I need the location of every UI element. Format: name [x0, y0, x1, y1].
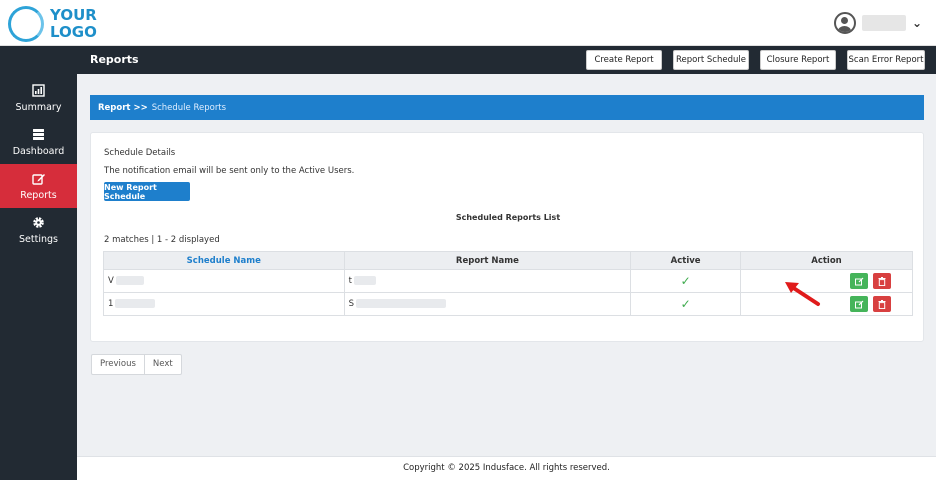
- page-header: Reports Create Report Report Schedule Cl…: [77, 46, 936, 74]
- column-header-action: Action: [740, 251, 913, 270]
- logo-line-1: YOUR: [50, 6, 97, 24]
- sidebar-item-reports[interactable]: Reports: [0, 164, 77, 208]
- sidebar-item-settings[interactable]: Settings: [0, 208, 77, 252]
- report-name: t: [348, 276, 352, 286]
- active-check-icon: ✓: [680, 274, 691, 288]
- notification-note: The notification email will be sent only…: [104, 166, 355, 176]
- edit-schedule-button[interactable]: [850, 273, 869, 289]
- table-header-row: Schedule Name Report Name Active Action: [103, 251, 913, 270]
- redacted-text: [115, 276, 144, 285]
- edit-schedule-button[interactable]: [850, 296, 869, 312]
- trash-icon: [878, 299, 886, 309]
- user-avatar-icon[interactable]: [833, 12, 856, 34]
- footer: Copyright © 2025 Indusface. All rights r…: [77, 456, 936, 480]
- breadcrumb-current: Schedule Reports: [151, 102, 227, 113]
- sidebar-item-label: Summary: [15, 101, 62, 113]
- delete-schedule-button[interactable]: [873, 296, 892, 312]
- trash-icon: [878, 276, 886, 286]
- page-title: Reports: [90, 53, 139, 66]
- schedule-name-link[interactable]: V: [108, 276, 114, 286]
- schedule-details-title: Schedule Details: [104, 148, 176, 158]
- redacted-text: [356, 299, 446, 308]
- server-icon: [32, 128, 45, 143]
- logo-line-2: LOGO: [50, 23, 97, 41]
- edit-icon: [31, 172, 46, 187]
- sidebar-item-label: Reports: [20, 189, 57, 201]
- sidebar-item-label: Settings: [19, 233, 58, 245]
- copyright-text: Copyright © 2025 Indusface. All rights r…: [403, 463, 610, 473]
- match-count: 2 matches | 1 - 2 displayed: [104, 235, 220, 245]
- report-name: S: [348, 299, 354, 309]
- user-menu[interactable]: ⌄: [833, 12, 922, 34]
- top-bar: YOUR LOGO ⌄: [0, 0, 936, 46]
- sidebar-item-summary[interactable]: Summary: [0, 76, 77, 120]
- annotation-arrow-icon: [785, 282, 820, 306]
- chart-icon: [32, 83, 45, 99]
- pagination: Previous Next: [91, 354, 182, 375]
- sidebar-item-dashboard[interactable]: Dashboard: [0, 120, 77, 164]
- breadcrumb-parent[interactable]: Report >>: [98, 103, 148, 113]
- scheduled-reports-list-title: Scheduled Reports List: [455, 213, 561, 222]
- schedule-card: Schedule Details The notification email …: [90, 132, 924, 342]
- delete-schedule-button[interactable]: [873, 273, 892, 289]
- schedule-name-link[interactable]: 1: [108, 299, 113, 309]
- logo[interactable]: YOUR LOGO: [8, 6, 100, 42]
- next-page-button[interactable]: Next: [143, 355, 181, 374]
- column-header-schedule-name[interactable]: Schedule Name: [103, 251, 345, 270]
- chevron-down-icon[interactable]: ⌄: [912, 16, 922, 30]
- report-schedule-button[interactable]: Report Schedule: [673, 50, 749, 70]
- redacted-text: [115, 299, 156, 308]
- edit-icon: [854, 300, 863, 308]
- scan-error-report-button[interactable]: Scan Error Report: [847, 50, 925, 70]
- active-check-icon: ✓: [680, 297, 691, 311]
- sidebar: Summary Dashboard Reports Settings: [0, 46, 77, 480]
- column-header-report-name: Report Name: [343, 251, 632, 270]
- sidebar-item-label: Dashboard: [12, 145, 65, 157]
- closure-report-button[interactable]: Closure Report: [760, 50, 836, 70]
- previous-page-button[interactable]: Previous: [92, 355, 144, 374]
- breadcrumb: Report >> Schedule Reports: [90, 95, 924, 120]
- user-name-redacted: [861, 15, 906, 31]
- redacted-text: [353, 276, 376, 285]
- edit-icon: [854, 277, 863, 285]
- gear-icon: [32, 216, 45, 231]
- new-report-schedule-button[interactable]: New Report Schedule: [104, 182, 190, 201]
- create-report-button[interactable]: Create Report: [586, 50, 662, 70]
- column-header-active: Active: [630, 251, 742, 270]
- logo-ring-icon: [8, 6, 44, 42]
